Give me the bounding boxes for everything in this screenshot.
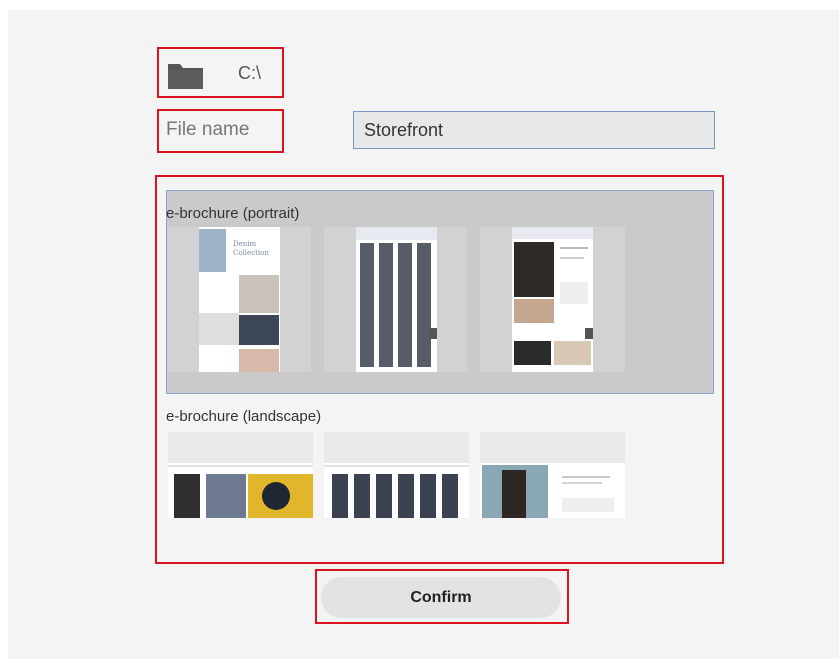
thumb-text-line: [562, 482, 602, 484]
thumb-photo: [502, 470, 526, 518]
thumb-text-line: [560, 247, 588, 249]
thumb-page: [512, 227, 593, 372]
thumb-header: [356, 227, 437, 240]
thumb-text-block: [560, 282, 588, 304]
thumb-photo: [174, 474, 200, 518]
file-name-label: File name: [166, 119, 250, 140]
landscape-template-thumb-1[interactable]: [168, 432, 313, 518]
landscape-group-label: e-brochure (landscape): [166, 408, 322, 425]
thumb-page: Denim Collection: [199, 227, 280, 372]
thumb-photo: [199, 229, 226, 272]
thumb-divider: [168, 465, 313, 467]
folder-icon[interactable]: [167, 61, 204, 90]
thumb-title: Denim Collection: [233, 240, 269, 257]
landscape-template-thumb-3[interactable]: [480, 432, 625, 518]
thumb-photo: [199, 313, 239, 345]
thumb-page: [356, 227, 437, 372]
thumb-product-grid: [332, 474, 462, 518]
thumb-product-grid: [360, 243, 433, 367]
thumb-photo: [239, 315, 279, 345]
portrait-template-thumb-3[interactable]: [480, 227, 625, 372]
thumb-photo: [514, 242, 554, 297]
thumb-header: [480, 432, 625, 463]
thumb-photo: [239, 275, 279, 313]
file-name-input[interactable]: [353, 111, 715, 149]
thumb-header: [324, 432, 469, 463]
thumb-divider: [324, 465, 469, 467]
confirm-button[interactable]: Confirm: [321, 577, 561, 618]
portrait-template-thumb-2[interactable]: [324, 227, 467, 372]
thumb-scroll-marker: [429, 328, 437, 339]
thumb-header: [512, 227, 593, 239]
thumb-scroll-marker: [585, 328, 593, 339]
thumb-photo: [206, 474, 246, 518]
portrait-group-label: e-brochure (portrait): [166, 205, 300, 222]
thumb-photo: [514, 299, 554, 323]
thumb-header: [168, 432, 313, 463]
thumb-photo: [239, 349, 279, 372]
thumb-photo: [514, 341, 551, 365]
thumb-text-block: [562, 498, 614, 512]
thumb-photo: [554, 341, 591, 365]
landscape-template-thumb-2[interactable]: [324, 432, 469, 518]
current-path[interactable]: C:\: [238, 63, 261, 84]
thumb-text-line: [562, 476, 610, 478]
portrait-template-thumb-1[interactable]: Denim Collection: [168, 227, 311, 372]
thumb-text-line: [560, 257, 584, 259]
thumb-watch-graphic: [262, 482, 290, 510]
